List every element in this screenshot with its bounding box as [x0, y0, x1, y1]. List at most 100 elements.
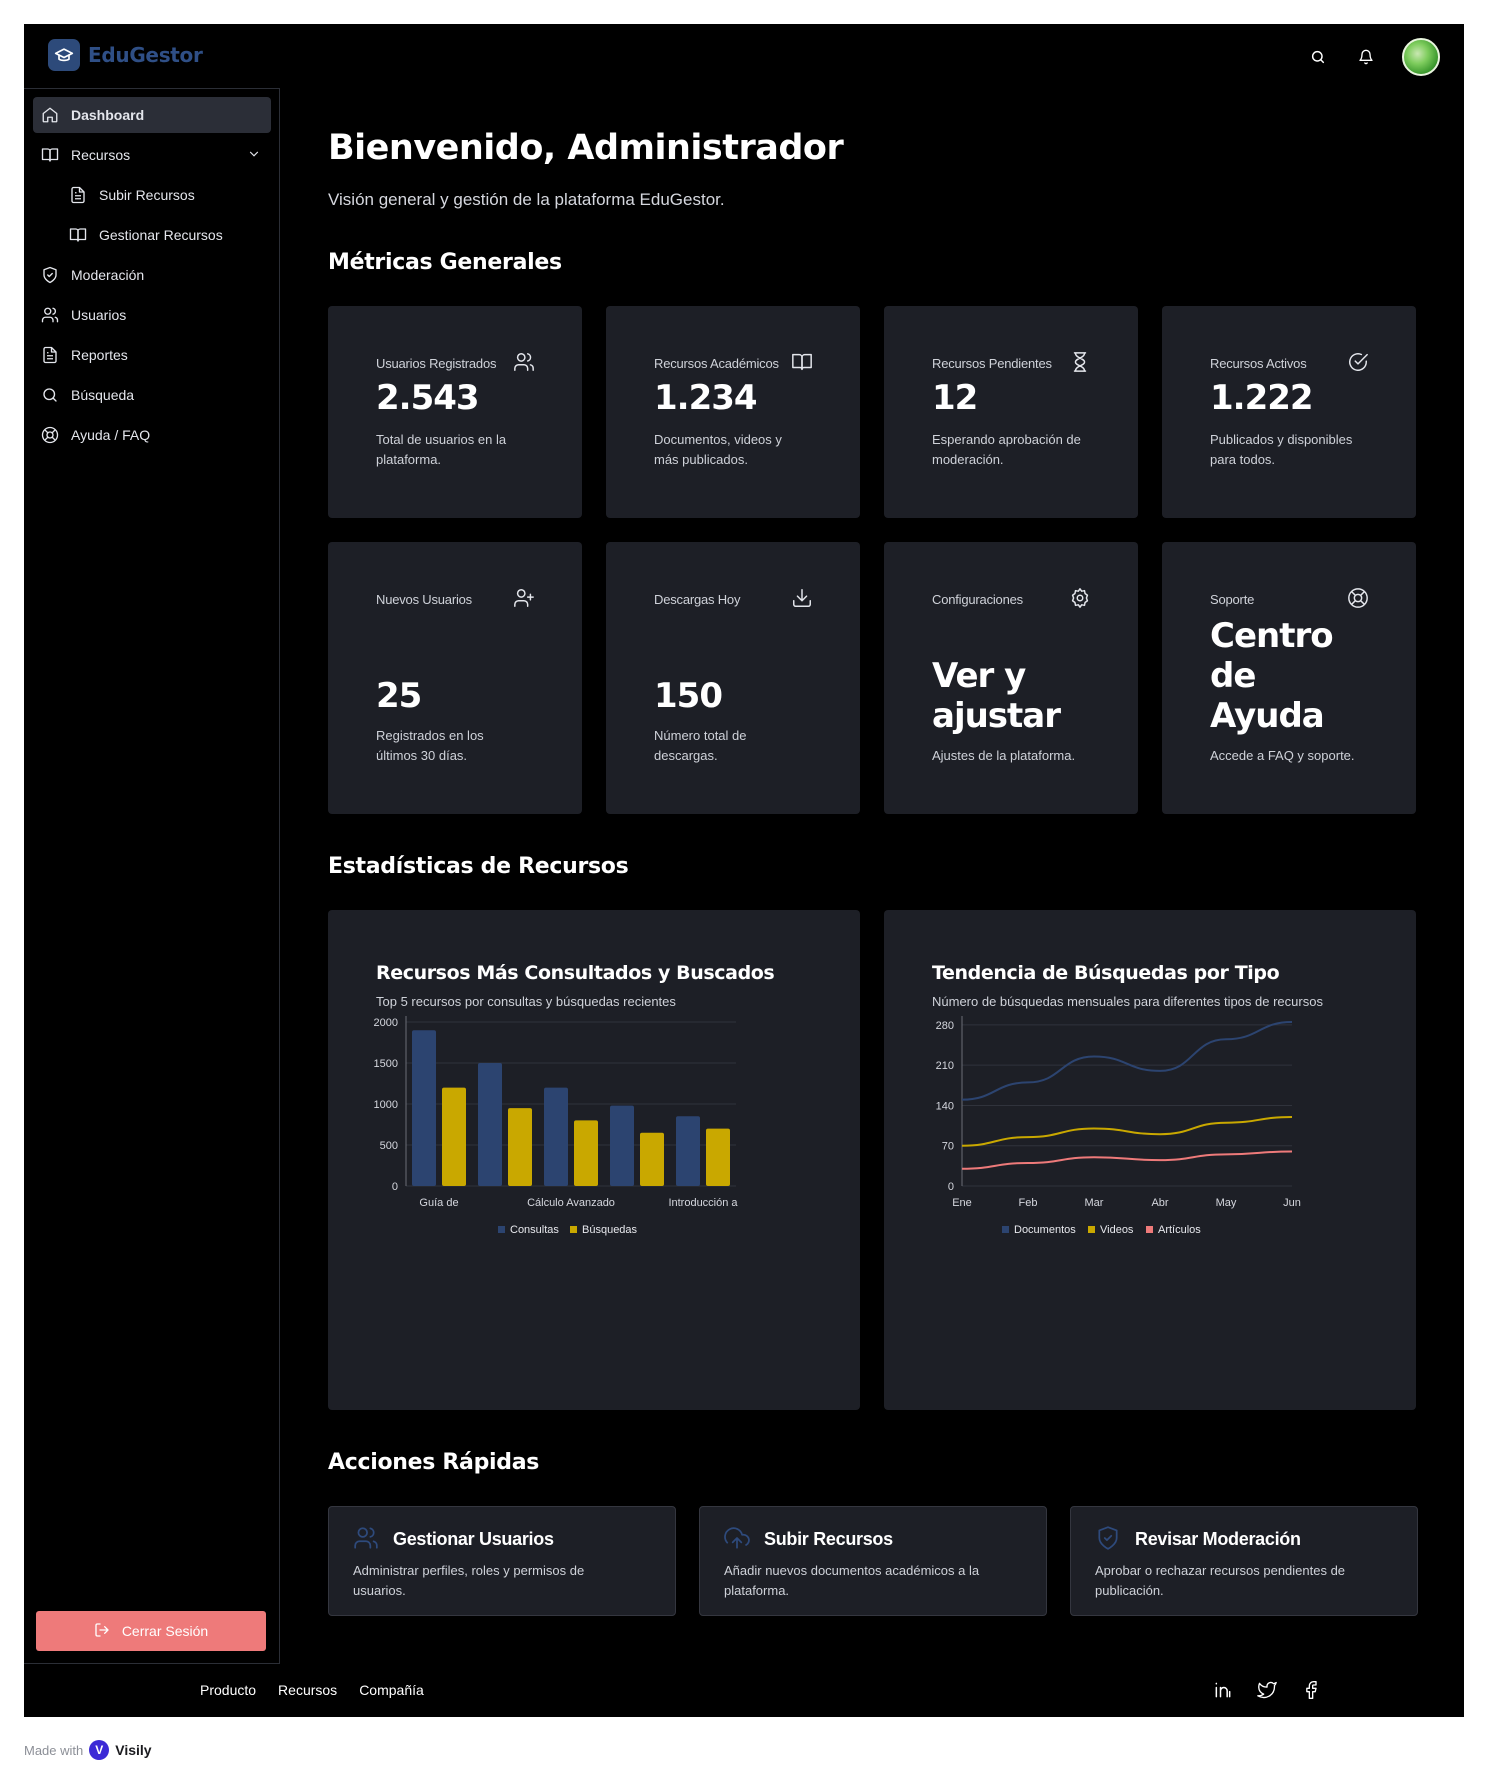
metric-value: 1.222: [1210, 378, 1314, 418]
metric-label: Recursos Académicos: [654, 356, 779, 371]
metric-value: Ver y ajustar: [932, 656, 1061, 736]
bar-consultas: [478, 1063, 502, 1186]
quick-action-title: Revisar Moderación: [1135, 1529, 1301, 1549]
sidebar-item-usuarios[interactable]: Usuarios: [33, 297, 271, 333]
legend-swatch: [570, 1226, 577, 1233]
life-buoy-icon: [41, 426, 59, 444]
x-tick-label: Introducción a: [668, 1197, 738, 1209]
line-chart: 0 70 140 210 280 Ene Feb Mar Abr May Jun Documentos…: [936, 1016, 1301, 1236]
metric-value: 2.543: [376, 378, 480, 418]
x-tick-label: Cálculo Avanzado: [527, 1197, 615, 1209]
made-with-badge[interactable]: Made with V Visily: [24, 1740, 152, 1760]
sidebar-item-label: Reportes: [71, 347, 128, 363]
metric-label: Nuevos Usuarios: [376, 592, 472, 607]
quick-action-subir-recursos[interactable]: Subir Recursos Añadir nuevos documentos …: [699, 1506, 1047, 1616]
metric-card-configuraciones[interactable]: Configuraciones Ver y ajustar Ajustes de…: [884, 542, 1138, 814]
y-tick-label: 210: [936, 1060, 954, 1072]
footer-link-recursos[interactable]: Recursos: [278, 1682, 337, 1698]
legend-label: Videos: [1100, 1224, 1134, 1236]
top-bar: EduGestor: [24, 24, 1464, 88]
actions-section-title: Acciones Rápidas: [328, 1450, 540, 1475]
graduation-cap-icon: [48, 39, 80, 71]
logout-label: Cerrar Sesión: [121, 1623, 209, 1639]
bar-búsquedas: [706, 1128, 730, 1186]
book-open-icon: [69, 226, 87, 244]
sidebar-item-gestionar-recursos[interactable]: Gestionar Recursos: [33, 217, 271, 253]
logout-button[interactable]: Cerrar Sesión: [36, 1611, 266, 1651]
metric-value: 1.234: [654, 378, 758, 418]
facebook-icon[interactable]: [1300, 1679, 1322, 1701]
metric-label: Recursos Activos: [1210, 356, 1307, 371]
y-tick-label: 500: [380, 1140, 398, 1152]
visily-logo-icon: V: [89, 1740, 110, 1760]
sidebar-item-label: Recursos: [71, 147, 131, 163]
sidebar: Dashboard Recursos Subir Recursos Gestio…: [24, 88, 280, 1664]
metric-description: Registrados en los últimos 30 días.: [376, 728, 484, 763]
sidebar-item-recursos[interactable]: Recursos: [33, 137, 271, 173]
bar-consultas: [544, 1087, 568, 1186]
sidebar-item-label: Subir Recursos: [99, 187, 195, 203]
stats-section-title: Estadísticas de Recursos: [328, 854, 629, 879]
search-icon[interactable]: [1306, 45, 1330, 69]
x-tick-label: Jun: [1283, 1197, 1301, 1209]
y-tick-label: 1500: [374, 1058, 398, 1070]
metric-value: 25: [376, 676, 422, 716]
metric-card-descargas-hoy[interactable]: Descargas Hoy 150 Número total de descar…: [606, 542, 860, 814]
sidebar-item-dashboard[interactable]: Dashboard: [33, 97, 271, 133]
x-tick-label: Ene: [952, 1197, 972, 1209]
sidebar-item-busqueda[interactable]: Búsqueda: [33, 377, 271, 413]
visily-name: Visily: [115, 1742, 152, 1758]
linkedin-icon[interactable]: [1212, 1679, 1234, 1701]
bar-chart-card: 0 500 1000 1500 2000 Guía de Cálculo Avanzado I…: [328, 910, 860, 1410]
brand[interactable]: EduGestor: [48, 39, 203, 71]
chart-subtitle: Número de búsquedas mensuales para difer…: [932, 994, 1323, 1009]
metric-description: Documentos, videos y más publicados.: [654, 432, 782, 467]
y-tick-label: 280: [936, 1020, 954, 1032]
footer-link-producto[interactable]: Producto: [200, 1682, 256, 1698]
footer-link-compania[interactable]: Compañía: [359, 1682, 424, 1698]
series-line-documentos: [961, 1021, 1293, 1101]
shield-check-icon: [41, 266, 59, 284]
settings-icon: [1068, 586, 1092, 610]
metric-label: Usuarios Registrados: [376, 356, 497, 371]
quick-action-revisar-moderacion[interactable]: Revisar Moderación Aprobar o rechazar re…: [1070, 1506, 1418, 1616]
metric-label: Recursos Pendientes: [932, 356, 1052, 371]
metric-description: Ajustes de la plataforma.: [932, 748, 1076, 763]
user-plus-icon: [512, 586, 536, 610]
legend-label: Consultas: [510, 1224, 559, 1236]
sidebar-item-moderacion[interactable]: Moderación: [33, 257, 271, 293]
bell-icon[interactable]: [1354, 45, 1378, 69]
legend-label: Búsquedas: [582, 1224, 638, 1236]
bar-búsquedas: [508, 1108, 532, 1186]
series-line-videos: [961, 1115, 1293, 1147]
x-tick-label: May: [1216, 1197, 1237, 1209]
sidebar-item-label: Dashboard: [71, 107, 145, 123]
avatar[interactable]: [1402, 38, 1440, 76]
quick-action-gestionar-usuarios[interactable]: Gestionar Usuarios Administrar perfiles,…: [328, 1506, 676, 1616]
sidebar-item-subir-recursos[interactable]: Subir Recursos: [33, 177, 271, 213]
brand-name: EduGestor: [88, 43, 203, 67]
metric-card-usuarios-registrados[interactable]: Usuarios Registrados 2.543 Total de usua…: [328, 306, 582, 518]
metric-card-recursos-academicos[interactable]: Recursos Académicos 1.234 Documentos, vi…: [606, 306, 860, 518]
sidebar-item-ayuda[interactable]: Ayuda / FAQ: [33, 417, 271, 453]
metric-value: 150: [654, 676, 723, 716]
metric-description: Total de usuarios en la plataforma.: [376, 432, 507, 467]
metric-card-recursos-activos[interactable]: Recursos Activos 1.222 Publicados y disp…: [1162, 306, 1416, 518]
metric-card-recursos-pendientes[interactable]: Recursos Pendientes 12 Esperando aprobac…: [884, 306, 1138, 518]
top-actions: [1306, 38, 1440, 76]
y-tick-label: 140: [936, 1100, 954, 1112]
twitter-icon[interactable]: [1256, 1679, 1278, 1701]
chart-title: Tendencia de Búsquedas por Tipo: [932, 962, 1280, 984]
users-icon: [41, 306, 59, 324]
metric-description: Número total de descargas.: [654, 728, 747, 763]
metric-value: Centro de Ayuda: [1210, 616, 1334, 736]
line-chart-card: 0 70 140 210 280 Ene Feb Mar Abr May Jun Documentos…: [884, 910, 1416, 1410]
metric-card-soporte[interactable]: Soporte Centro de Ayuda Accede a FAQ y s…: [1162, 542, 1416, 814]
sidebar-item-label: Moderación: [71, 267, 145, 283]
quick-action-description: Administrar perfiles, roles y permisos d…: [353, 1563, 585, 1598]
bar-consultas: [676, 1116, 700, 1186]
chevron-down-icon[interactable]: [247, 147, 261, 164]
metric-card-nuevos-usuarios[interactable]: Nuevos Usuarios 25 Registrados en los úl…: [328, 542, 582, 814]
shield-check-icon: [1095, 1525, 1121, 1551]
sidebar-item-reportes[interactable]: Reportes: [33, 337, 271, 373]
